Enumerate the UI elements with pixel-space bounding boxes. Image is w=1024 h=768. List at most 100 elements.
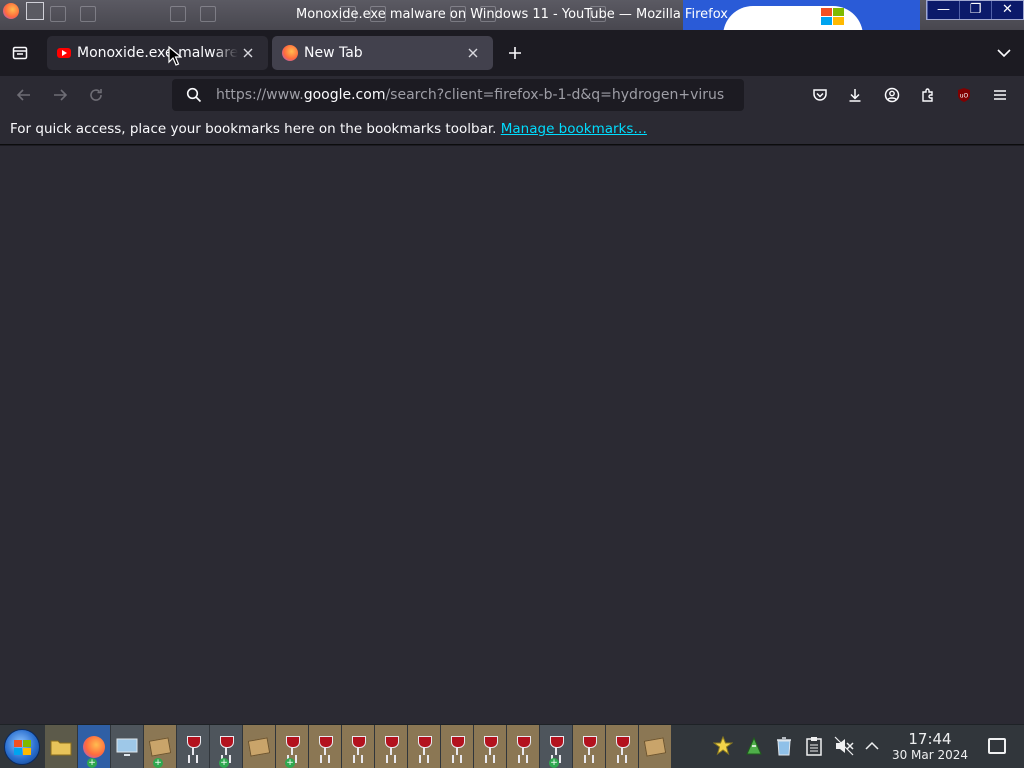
url-scheme: https://www. [216,87,304,103]
tab-close-button[interactable] [238,43,258,63]
url-domain: google.com [303,87,386,103]
new-tab-button[interactable] [500,38,530,68]
wine-icon [582,736,597,758]
wine-icon [615,736,630,758]
package-icon [643,737,667,757]
page-content[interactable] [0,146,1024,724]
plus-icon: + [285,758,295,768]
wine-icon [483,736,498,758]
package-icon [148,737,172,757]
list-all-tabs-button[interactable] [989,38,1019,68]
taskbar-wine-app[interactable] [606,725,638,768]
ublock-button[interactable]: uO [949,80,979,110]
taskbar-wine-app[interactable]: + [540,725,572,768]
clipboard-icon [806,737,822,756]
wine-icon [450,736,465,758]
package-icon [247,737,271,757]
wine-icon [417,736,432,758]
hamburger-menu-icon [994,90,1006,100]
wine-icon [384,736,399,758]
show-desktop-button[interactable] [988,738,1006,754]
taskbar-wine-app[interactable] [474,725,506,768]
tab-close-button[interactable] [463,43,483,63]
tray-network[interactable] [743,735,765,757]
clock-time[interactable]: 17:44 [892,730,968,748]
extensions-button[interactable] [913,80,943,110]
chevron-down-icon [997,49,1011,58]
search-icon [186,87,202,103]
url-path: /search?client=firefox-b-1-d&q=hydrogen+… [385,87,725,103]
close-icon [243,48,253,58]
taskbar-package[interactable] [639,725,671,768]
forward-button[interactable] [45,80,75,110]
taskbar-system-monitor[interactable] [111,725,143,768]
back-arrow-icon [16,89,30,101]
wine-icon [351,736,366,758]
plus-icon [509,47,521,59]
taskbar-firefox[interactable]: + [78,725,110,768]
firefox-icon [83,736,105,758]
youtube-icon [57,48,71,58]
taskbar-wine-app[interactable] [375,725,407,768]
clock-date[interactable]: 30 Mar 2024 [884,748,976,762]
taskbar-wine-app[interactable] [177,725,209,768]
reload-icon [90,89,102,101]
taskbar-wine-app[interactable] [573,725,605,768]
tab-label: New Tab [304,45,363,61]
firefox-icon [282,45,298,61]
window-controls: — ❐ ✕ [926,0,1024,20]
wine-icon [219,736,234,758]
monitor-icon [116,738,138,756]
plus-icon: + [549,758,559,768]
taskbar-wine-app[interactable] [342,725,374,768]
tray-volume[interactable] [833,735,855,757]
manage-bookmarks-link[interactable]: Manage bookmarks… [501,121,647,137]
taskbar-wine-app[interactable]: + [210,725,242,768]
account-button[interactable] [877,80,907,110]
firefox-view-icon [12,46,28,60]
taskbar-wine-app[interactable] [408,725,440,768]
wine-icon [285,736,300,758]
tray-clipboard[interactable] [803,735,825,757]
navigation-toolbar: https://www.google.com/search?client=fir… [0,76,1024,114]
tray-recycle[interactable] [773,735,795,757]
back-button[interactable] [9,80,39,110]
window-title: Monoxide.exe malware on Windows 11 - You… [296,7,728,22]
taskbar-wine-app[interactable] [441,725,473,768]
taskbar-file-manager[interactable] [45,725,77,768]
wine-icon [318,736,333,758]
plus-icon: + [87,758,97,768]
downloads-button[interactable] [840,80,870,110]
maximize-button[interactable]: ❐ [959,1,991,19]
taskbar-wine-app[interactable] [309,725,341,768]
bookmarks-empty-message: For quick access, place your bookmarks h… [10,121,497,137]
tray-expand-button[interactable] [861,735,883,757]
tab-youtube[interactable]: Monoxide.exe malware on Windows 11 - You… [47,36,268,70]
reload-button[interactable] [81,80,111,110]
chevron-up-icon [865,741,879,750]
close-icon [468,48,478,58]
network-icon [746,736,762,755]
volume-muted-icon [834,736,854,756]
url-bar[interactable]: https://www.google.com/search?client=fir… [172,79,744,111]
taskbar-wine-app[interactable] [507,725,539,768]
start-menu-button[interactable] [4,729,40,765]
tab-label: Monoxide.exe malware on Windows 11 - You… [77,45,238,61]
taskbar-wine-app[interactable]: + [276,725,308,768]
window-titlebar[interactable]: Monoxide.exe malware on Windows 11 - You… [0,0,1024,30]
taskbar-package[interactable]: + [144,725,176,768]
recycle-bin-icon [777,737,791,756]
ublock-icon: uO [958,88,970,102]
account-icon [884,87,900,103]
forward-arrow-icon [54,89,68,101]
tray-updates[interactable] [712,735,734,757]
close-button[interactable]: ✕ [991,1,1023,19]
taskbar-package[interactable] [243,725,275,768]
firefox-view-button[interactable] [5,38,35,68]
minimize-button[interactable]: — [927,1,959,19]
pocket-button[interactable] [805,80,835,110]
app-menu-button[interactable] [985,80,1015,110]
taskbar: + + + + + 17:44 30 Mar 2024 [0,724,1024,768]
tab-new-tab[interactable]: New Tab [272,36,493,70]
bookmarks-toolbar: For quick access, place your bookmarks h… [0,114,1024,145]
